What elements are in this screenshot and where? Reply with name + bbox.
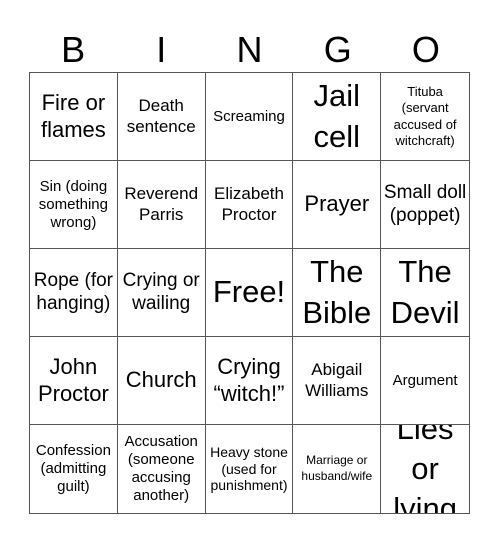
bingo-cell[interactable]: Small doll (poppet) bbox=[381, 161, 469, 249]
header-letter-o: O bbox=[411, 29, 440, 70]
bingo-header: B I N G O bbox=[29, 28, 470, 72]
bingo-cell[interactable]: Elizabeth Proctor bbox=[205, 161, 294, 249]
bingo-cell[interactable]: Jail cell bbox=[293, 73, 382, 161]
header-letter-n: N bbox=[236, 29, 263, 70]
bingo-cell[interactable]: The Devil bbox=[381, 249, 469, 337]
bingo-cell[interactable]: Death sentence bbox=[117, 73, 206, 161]
bingo-cell[interactable]: Sin (doing something wrong) bbox=[30, 161, 118, 249]
bingo-cell[interactable]: Crying “witch!” bbox=[205, 337, 294, 425]
bingo-cell[interactable]: Argument bbox=[381, 337, 469, 425]
bingo-grid: Fire or flames Death sentence Screaming … bbox=[29, 72, 470, 514]
bingo-cell[interactable]: Church bbox=[117, 337, 206, 425]
bingo-cell[interactable]: Lies or lying bbox=[381, 425, 469, 513]
bingo-cell[interactable]: Prayer bbox=[293, 161, 382, 249]
bingo-cell[interactable]: Crying or wailing bbox=[117, 249, 206, 337]
bingo-cell[interactable]: Abigail Williams bbox=[293, 337, 382, 425]
bingo-cell[interactable]: Marriage or husband/wife bbox=[293, 425, 382, 513]
bingo-cell[interactable]: Confession (admitting guilt) bbox=[30, 425, 118, 513]
bingo-cell[interactable]: Fire or flames bbox=[30, 73, 118, 161]
bingo-cell[interactable]: The Bible bbox=[293, 249, 382, 337]
header-letter-g: G bbox=[323, 29, 352, 70]
free-space-cell[interactable]: Free! bbox=[205, 249, 294, 337]
bingo-cell[interactable]: Screaming bbox=[205, 73, 294, 161]
header-letter-b: B bbox=[61, 29, 86, 70]
bingo-cell[interactable]: Tituba (servant accused of witchcraft) bbox=[381, 73, 469, 161]
header-letter-i: I bbox=[156, 29, 167, 70]
bingo-cell[interactable]: Reverend Parris bbox=[117, 161, 206, 249]
bingo-cell[interactable]: John Proctor bbox=[30, 337, 118, 425]
bingo-cell[interactable]: Accusation (someone accusing another) bbox=[118, 425, 206, 513]
bingo-cell[interactable]: Heavy stone (used for punishment) bbox=[206, 425, 294, 513]
bingo-cell[interactable]: Rope (for hanging) bbox=[30, 249, 118, 337]
